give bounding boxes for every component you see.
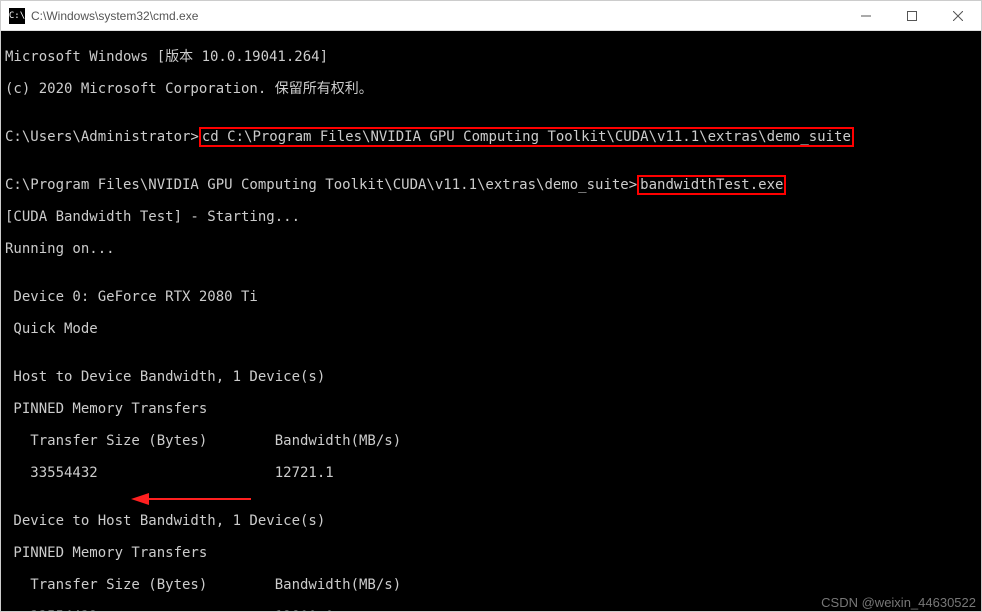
output-line: Running on... — [5, 241, 977, 257]
output-line: Host to Device Bandwidth, 1 Device(s) — [5, 369, 977, 385]
highlighted-command: cd C:\Program Files\NVIDIA GPU Computing… — [199, 127, 854, 147]
close-button[interactable] — [935, 1, 981, 31]
annotation-arrow-icon — [131, 489, 251, 509]
maximize-button[interactable] — [889, 1, 935, 31]
output-line: Device to Host Bandwidth, 1 Device(s) — [5, 513, 977, 529]
output-line: Microsoft Windows [版本 10.0.19041.264] — [5, 49, 977, 65]
cmd-window: C:\ C:\Windows\system32\cmd.exe Microsof… — [0, 0, 982, 612]
window-controls — [843, 1, 981, 31]
highlighted-command: bandwidthTest.exe — [637, 175, 786, 195]
output-line: [CUDA Bandwidth Test] - Starting... — [5, 209, 977, 225]
terminal-output[interactable]: Microsoft Windows [版本 10.0.19041.264] (c… — [1, 31, 981, 611]
prompt-path: C:\Program Files\NVIDIA GPU Computing To… — [5, 177, 637, 193]
window-title: C:\Windows\system32\cmd.exe — [31, 9, 843, 23]
output-line: Transfer Size (Bytes) Bandwidth(MB/s) — [5, 433, 977, 449]
output-line: Transfer Size (Bytes) Bandwidth(MB/s) — [5, 577, 977, 593]
output-line: 33554432 12800.0 — [5, 609, 977, 611]
output-line: Device 0: GeForce RTX 2080 Ti — [5, 289, 977, 305]
output-line: (c) 2020 Microsoft Corporation. 保留所有权利。 — [5, 81, 977, 97]
titlebar[interactable]: C:\ C:\Windows\system32\cmd.exe — [1, 1, 981, 31]
output-line: Quick Mode — [5, 321, 977, 337]
prompt-path: C:\Users\Administrator> — [5, 129, 199, 145]
output-line: PINNED Memory Transfers — [5, 545, 977, 561]
prompt-line: C:\Users\Administrator>cd C:\Program Fil… — [5, 129, 977, 145]
prompt-line: C:\Program Files\NVIDIA GPU Computing To… — [5, 177, 977, 193]
output-line: 33554432 12721.1 — [5, 465, 977, 481]
cmd-icon: C:\ — [9, 8, 25, 24]
output-line: PINNED Memory Transfers — [5, 401, 977, 417]
minimize-button[interactable] — [843, 1, 889, 31]
